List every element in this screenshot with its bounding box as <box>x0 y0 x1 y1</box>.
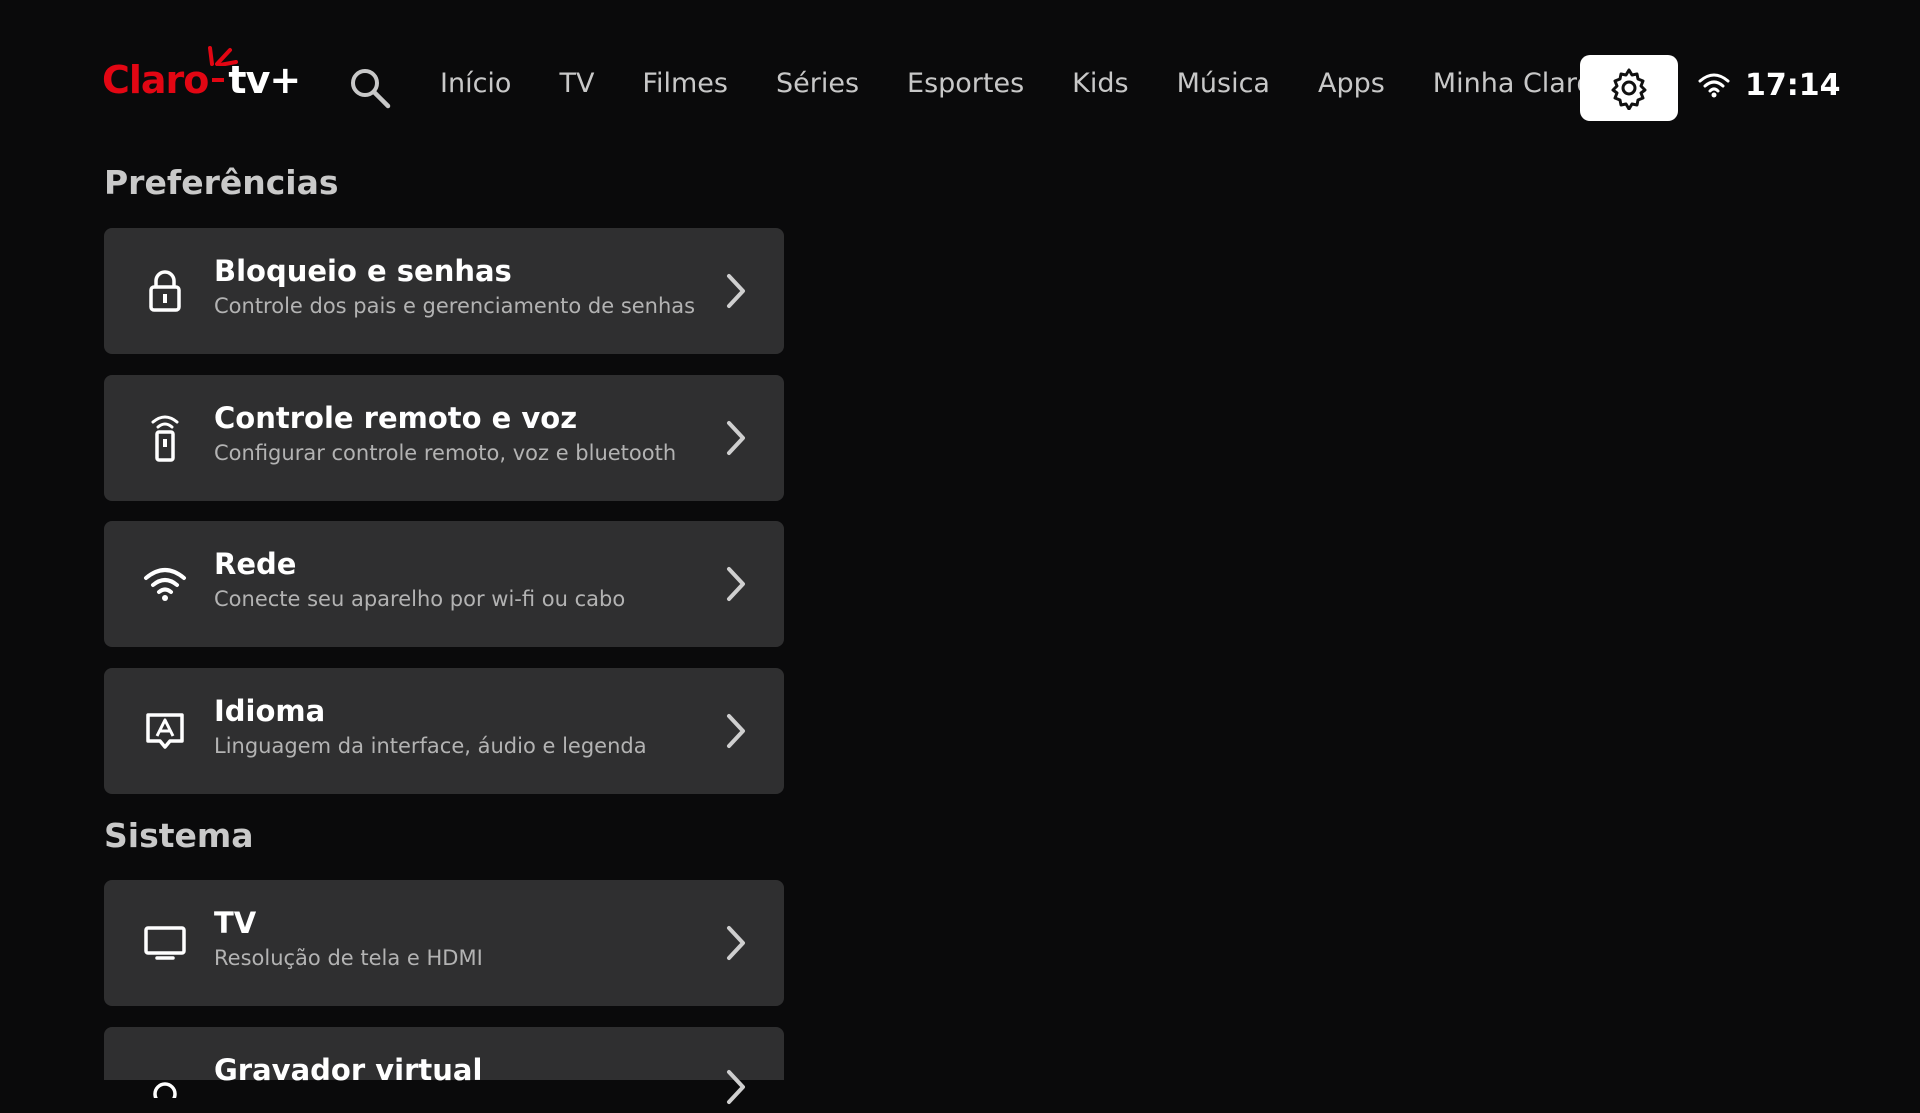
logo-tv-text: tv+ <box>228 58 301 102</box>
item-subtitle: Controle dos pais e gerenciamento de sen… <box>214 294 696 318</box>
chevron-right-icon <box>727 714 745 748</box>
settings-item-recorder[interactable]: Gravador virtual <box>104 1027 784 1104</box>
nav-item-inicio[interactable]: Início <box>440 68 511 99</box>
nav-item-musica[interactable]: Música <box>1177 68 1270 99</box>
lock-icon <box>140 266 190 316</box>
wifi-status-icon <box>1698 73 1730 98</box>
item-title: Bloqueio e senhas <box>214 254 512 288</box>
nav-item-kids[interactable]: Kids <box>1072 68 1128 99</box>
search-icon[interactable] <box>348 66 392 110</box>
section-title-system: Sistema <box>104 816 254 855</box>
tv-icon <box>140 918 190 968</box>
item-title: Controle remoto e voz <box>214 401 578 435</box>
logo-rays-icon <box>208 46 238 66</box>
chevron-right-icon <box>727 274 745 308</box>
chevron-right-icon <box>727 1070 745 1104</box>
settings-item-network[interactable]: Rede Conecte seu aparelho por wi-fi ou c… <box>104 521 784 647</box>
nav-item-esportes[interactable]: Esportes <box>907 68 1024 99</box>
recorder-icon <box>140 1063 190 1113</box>
wifi-icon <box>140 559 190 609</box>
item-subtitle: Conecte seu aparelho por wi-fi ou cabo <box>214 587 626 611</box>
language-icon <box>140 706 190 756</box>
nav-item-apps[interactable]: Apps <box>1318 68 1385 99</box>
settings-button[interactable] <box>1580 55 1678 121</box>
item-subtitle: Configurar controle remoto, voz e blueto… <box>214 441 677 465</box>
nav-item-tv[interactable]: TV <box>559 68 594 99</box>
item-title: TV <box>214 906 257 940</box>
item-subtitle: Resolução de tela e HDMI <box>214 946 483 970</box>
main-nav: Início TV Filmes Séries Esportes Kids Mú… <box>440 68 1641 99</box>
claro-tv-logo[interactable]: Claro tv+ <box>102 46 301 110</box>
clock: 17:14 <box>1745 68 1841 103</box>
chevron-right-icon <box>727 421 745 455</box>
remote-icon <box>140 413 190 463</box>
chevron-right-icon <box>727 926 745 960</box>
logo-claro-text: Claro <box>102 58 209 102</box>
item-title: Gravador virtual <box>214 1053 483 1087</box>
nav-item-series[interactable]: Séries <box>776 68 859 99</box>
section-title-preferences: Preferências <box>104 163 339 202</box>
nav-item-filmes[interactable]: Filmes <box>642 68 728 99</box>
settings-item-lock[interactable]: Bloqueio e senhas Controle dos pais e ge… <box>104 228 784 354</box>
top-bar: Claro tv+ Início TV Filmes Séries Esport… <box>0 0 1920 175</box>
item-subtitle: Linguagem da interface, áudio e legenda <box>214 734 647 758</box>
gear-icon <box>1611 68 1647 110</box>
chevron-right-icon <box>727 567 745 601</box>
item-title: Idioma <box>214 694 326 728</box>
item-title: Rede <box>214 547 297 581</box>
logo-dash <box>212 78 225 82</box>
settings-item-tv[interactable]: TV Resolução de tela e HDMI <box>104 880 784 1006</box>
settings-item-language[interactable]: Idioma Linguagem da interface, áudio e l… <box>104 668 784 794</box>
settings-item-remote[interactable]: Controle remoto e voz Configurar control… <box>104 375 784 501</box>
nav-item-minha-claro[interactable]: Minha Claro <box>1433 68 1593 99</box>
